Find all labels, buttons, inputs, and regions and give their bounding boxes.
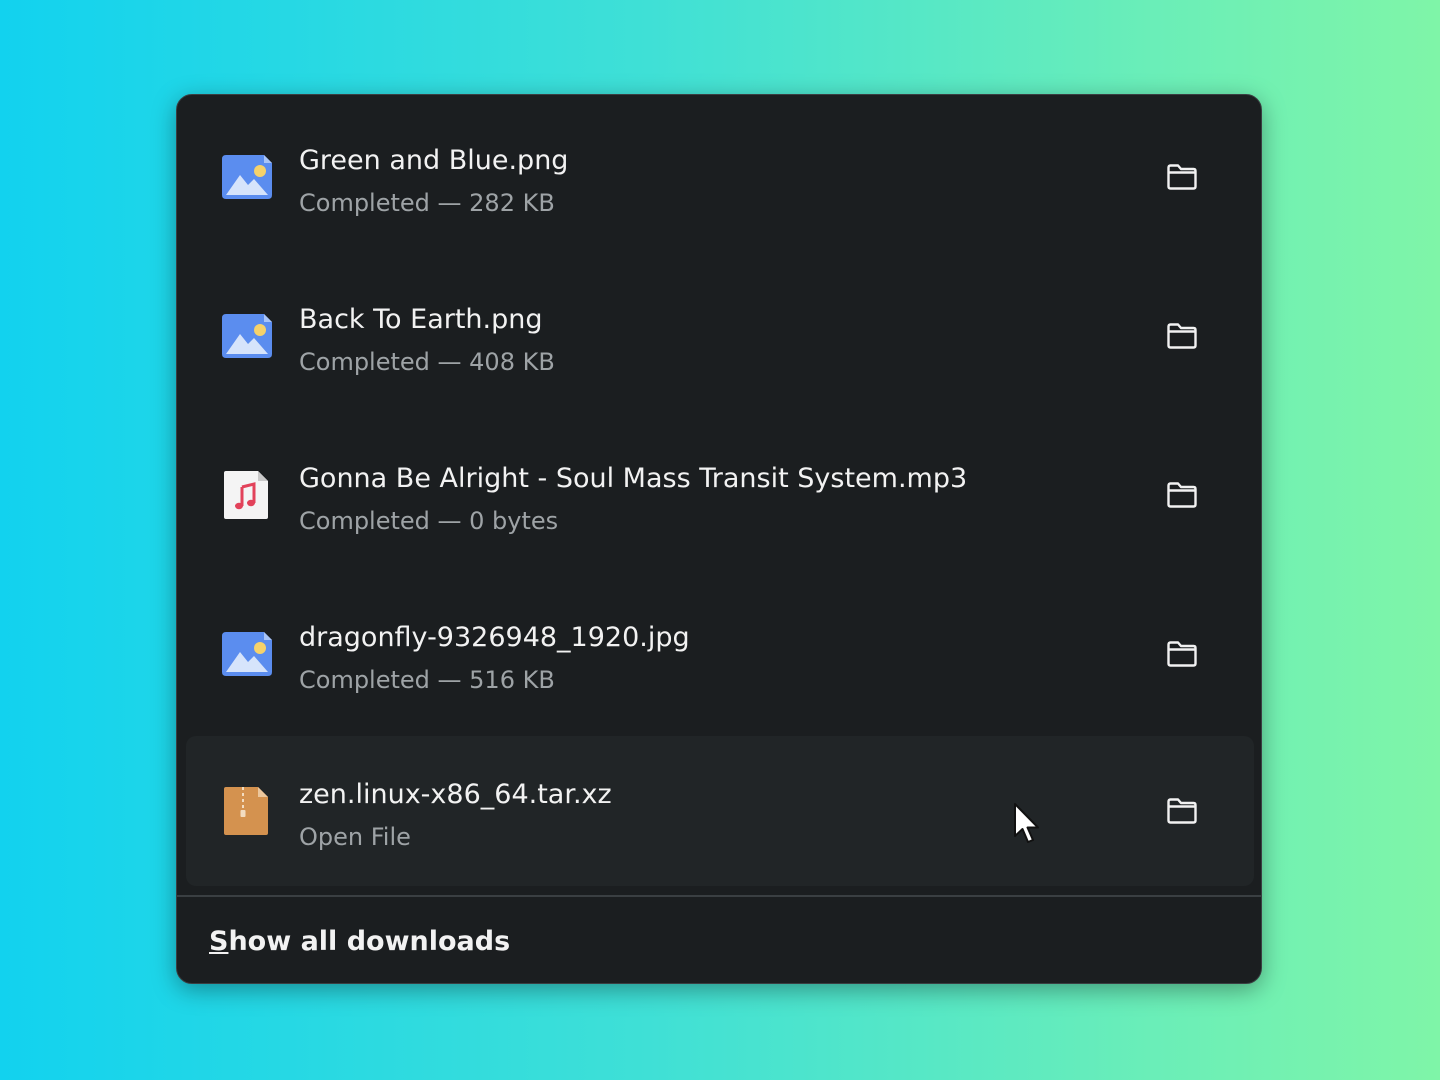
show-in-folder-button[interactable] bbox=[1156, 628, 1208, 680]
download-texts: zen.linux-x86_64.tar.xz Open File bbox=[299, 778, 612, 852]
show-in-folder-button[interactable] bbox=[1156, 469, 1208, 521]
download-item[interactable]: Gonna Be Alright - Soul Mass Transit Sys… bbox=[186, 420, 1254, 570]
show-in-folder-button[interactable] bbox=[1156, 310, 1208, 362]
download-filename: Back To Earth.png bbox=[299, 304, 543, 335]
folder-icon bbox=[1167, 164, 1197, 190]
download-status: Completed — 0 bytes bbox=[299, 507, 559, 535]
folder-icon bbox=[1167, 798, 1197, 824]
archive-file-icon bbox=[224, 787, 268, 835]
download-status: Completed — 282 KB bbox=[299, 189, 555, 217]
download-status: Completed — 516 KB bbox=[299, 666, 555, 694]
download-texts: Gonna Be Alright - Soul Mass Transit Sys… bbox=[299, 462, 967, 536]
download-filename: dragonfly-9326948_1920.jpg bbox=[299, 622, 690, 653]
image-file-icon bbox=[222, 632, 272, 676]
image-file-icon bbox=[222, 155, 272, 199]
download-item[interactable]: zen.linux-x86_64.tar.xz Open File bbox=[186, 736, 1254, 886]
download-status: Open File bbox=[299, 823, 411, 851]
download-filename: Gonna Be Alright - Soul Mass Transit Sys… bbox=[299, 463, 968, 494]
audio-file-icon bbox=[224, 471, 268, 519]
mouse-cursor-icon bbox=[1014, 803, 1039, 843]
download-texts: Back To Earth.png Completed — 408 KB bbox=[299, 303, 555, 377]
download-status: Completed — 408 KB bbox=[299, 348, 555, 376]
folder-icon bbox=[1167, 323, 1197, 349]
download-item[interactable]: Green and Blue.png Completed — 282 KB bbox=[186, 102, 1254, 252]
image-file-icon bbox=[222, 314, 272, 358]
downloads-footer: Show all downloads bbox=[177, 897, 1261, 983]
download-texts: dragonfly-9326948_1920.jpg Completed — 5… bbox=[299, 621, 690, 695]
show-all-downloads-button[interactable]: Show all downloads bbox=[209, 925, 510, 959]
download-filename: Green and Blue.png bbox=[299, 145, 569, 176]
download-item[interactable]: Back To Earth.png Completed — 408 KB bbox=[186, 261, 1254, 411]
show-in-folder-button[interactable] bbox=[1156, 785, 1208, 837]
show-in-folder-button[interactable] bbox=[1156, 151, 1208, 203]
download-filename: zen.linux-x86_64.tar.xz bbox=[299, 779, 612, 810]
folder-icon bbox=[1167, 482, 1197, 508]
downloads-list: Green and Blue.png Completed — 282 KB Ba… bbox=[177, 95, 1261, 895]
downloads-panel: Green and Blue.png Completed — 282 KB Ba… bbox=[176, 94, 1262, 984]
download-texts: Green and Blue.png Completed — 282 KB bbox=[299, 144, 568, 218]
download-item[interactable]: dragonfly-9326948_1920.jpg Completed — 5… bbox=[186, 579, 1254, 729]
show-all-label: how all downloads bbox=[228, 926, 511, 957]
folder-icon bbox=[1167, 641, 1197, 667]
show-all-accesskey: S bbox=[209, 926, 229, 957]
